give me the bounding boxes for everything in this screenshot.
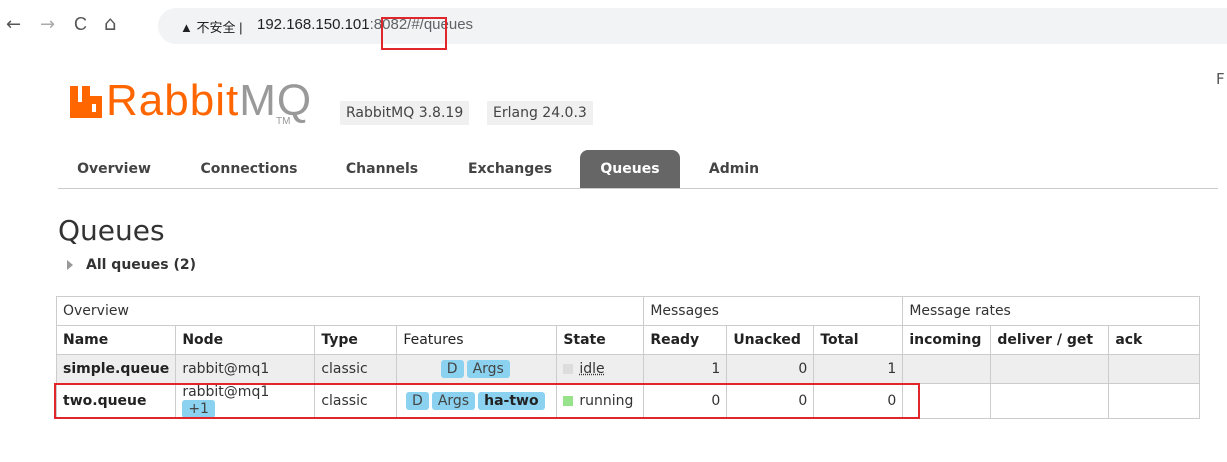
queue-type: classic xyxy=(314,354,398,384)
messages-total: 1 xyxy=(813,354,904,384)
table-group-header: Overview Messages Message rates xyxy=(55,296,1201,326)
tab-admin[interactable]: Admin xyxy=(692,150,776,188)
forward-icon[interactable]: → xyxy=(40,14,55,35)
rate-ack xyxy=(1108,383,1201,419)
col-features: Features xyxy=(396,325,558,355)
back-icon[interactable]: ← xyxy=(6,14,21,35)
group-message-rates: Message rates xyxy=(902,296,1201,326)
messages-ready: 1 xyxy=(643,354,728,384)
col-name[interactable]: Name xyxy=(55,325,177,355)
col-deliver-get[interactable]: deliver / get xyxy=(990,325,1110,355)
erlang-badge: Erlang 24.0.3 xyxy=(487,101,593,125)
col-incoming[interactable]: incoming xyxy=(902,325,992,355)
tab-channels[interactable]: Channels xyxy=(330,150,434,188)
group-overview: Overview xyxy=(55,296,645,326)
rate-deliver-get xyxy=(990,354,1110,384)
expand-triangle-icon[interactable] xyxy=(67,260,73,270)
rabbit-logo-icon xyxy=(70,86,102,118)
logo-main-text: Rabbit xyxy=(106,76,240,125)
queue-features: D Args xyxy=(396,354,558,384)
tab-connections[interactable]: Connections xyxy=(186,150,312,188)
rate-ack xyxy=(1108,354,1201,384)
col-unacked[interactable]: Unacked xyxy=(726,325,815,355)
messages-unacked: 0 xyxy=(726,354,815,384)
rate-incoming xyxy=(902,354,992,384)
queue-name-link[interactable]: simple.queue xyxy=(63,361,169,377)
header-right-text: F xyxy=(1216,70,1225,88)
tab-queues[interactable]: Queues xyxy=(580,150,680,188)
trademark: TM xyxy=(276,116,291,127)
col-state[interactable]: State xyxy=(556,325,645,355)
port-highlight-box xyxy=(381,17,447,50)
main-nav-tabs: Overview Connections Channels Exchanges … xyxy=(58,150,1218,189)
tab-exchanges[interactable]: Exchanges xyxy=(452,150,568,188)
tab-overview[interactable]: Overview xyxy=(58,150,170,188)
queue-state: idle xyxy=(556,354,645,384)
page-title: Queues xyxy=(58,214,165,247)
col-ack[interactable]: ack xyxy=(1108,325,1201,355)
browser-toolbar: ← → C ⌂ ▲ 不安全 | 192.168.150.101:8082/#/q… xyxy=(0,0,1227,52)
feature-durable-badge[interactable]: D xyxy=(440,360,464,378)
col-ready[interactable]: Ready xyxy=(643,325,728,355)
url-host: 192.168.150.101 xyxy=(257,16,370,33)
version-badge: RabbitMQ 3.8.19 xyxy=(340,101,470,125)
home-icon[interactable]: ⌂ xyxy=(104,11,117,35)
queue-node: rabbit@mq1 xyxy=(175,354,316,384)
col-node[interactable]: Node xyxy=(175,325,316,355)
col-type[interactable]: Type xyxy=(314,325,398,355)
col-total[interactable]: Total xyxy=(813,325,904,355)
state-label: idle xyxy=(579,361,605,377)
rate-deliver-get xyxy=(990,383,1110,419)
feature-args-badge[interactable]: Args xyxy=(466,360,510,378)
table-row[interactable]: simple.queue rabbit@mq1 classic D Args id… xyxy=(55,354,1201,384)
row-highlight-box xyxy=(54,383,920,419)
table-column-header: Name Node Type Features State Ready Unac… xyxy=(55,325,1201,355)
security-warning[interactable]: ▲ 不安全 | xyxy=(180,17,242,36)
group-messages: Messages xyxy=(643,296,904,326)
state-idle-icon xyxy=(563,364,574,374)
all-queues-toggle[interactable]: All queues (2) xyxy=(86,257,196,273)
reload-icon[interactable]: C xyxy=(74,14,87,35)
